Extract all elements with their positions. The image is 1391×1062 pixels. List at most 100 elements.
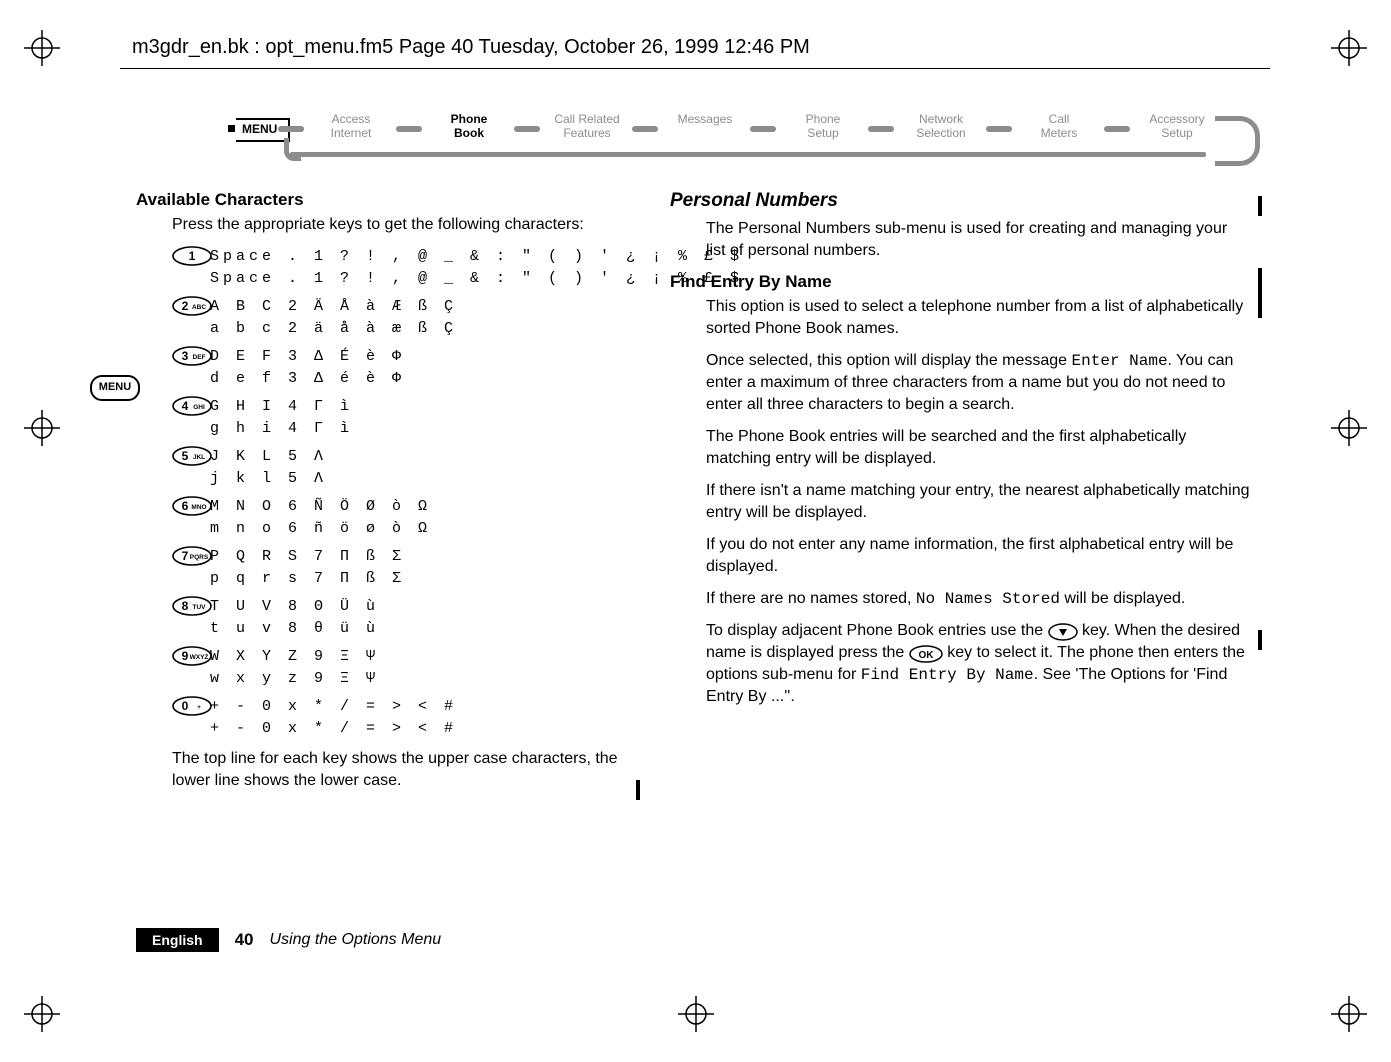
menu-node-label-top: Messages [660, 112, 750, 126]
svg-text:PQRS: PQRS [190, 554, 209, 561]
crop-mark-icon [1331, 996, 1367, 1032]
menu-return-line [290, 152, 1206, 157]
char-row: 1Space . 1 ? ! , @ _ & : " ( ) ' ¿ ¡ % £… [172, 246, 636, 290]
crop-mark-icon [24, 30, 60, 66]
char-lower: j k l 5 Λ [210, 468, 327, 490]
crop-mark-icon [1331, 410, 1367, 446]
char-row: 6MNOM N O 6 Ñ Ö Ø ò Ωm n o 6 ñ ö ø ò Ω [172, 496, 636, 540]
char-lines: M N O 6 Ñ Ö Ø ò Ωm n o 6 ñ ö ø ò Ω [210, 496, 431, 540]
lcd-text: Find Entry By Name [861, 666, 1034, 684]
char-upper: + - 0 x * / = > < # [210, 696, 457, 718]
heading-personal-numbers: Personal Numbers [670, 190, 1250, 212]
menu-node: Messages [660, 112, 750, 126]
menu-node: PhoneSetup [778, 112, 868, 140]
heading-find-entry: Find Entry By Name [670, 272, 1250, 292]
char-lines: + - 0 x * / = > < #+ - 0 x * / = > < # [210, 696, 457, 740]
menu-node-label-bottom: Book [424, 126, 514, 140]
keycap-icon: 0+ [172, 696, 210, 721]
svg-text:TUV: TUV [193, 604, 207, 611]
menu-pill: MENU [90, 375, 140, 401]
footer-section-title: Using the Options Menu [269, 931, 441, 949]
menu-node-label-bottom: Meters [1014, 126, 1104, 140]
menu-node-label-top: Phone [424, 112, 514, 126]
char-row: 2ABC A B C 2 Ä Å à Æ ß Ça b c 2 ä å à æ ß… [172, 296, 636, 340]
menu-node-label-top: Access [306, 112, 396, 126]
keycap-icon: 8 TUV [172, 596, 210, 621]
keycap-icon: 7PQRS [172, 546, 210, 571]
keycap-icon: 4 GHI [172, 396, 210, 421]
menu-connector-icon [1104, 126, 1130, 132]
svg-text:3: 3 [182, 349, 189, 363]
menu-node: CallMeters [1014, 112, 1104, 140]
svg-text:7: 7 [182, 549, 189, 563]
svg-text:8: 8 [182, 599, 189, 613]
svg-text:ABC: ABC [192, 304, 206, 311]
footer-page-number: 40 [235, 930, 254, 950]
char-lines: A B C 2 Ä Å à Æ ß Ça b c 2 ä å à æ ß Ç [210, 296, 457, 340]
text-run: To display adjacent Phone Book entries u… [706, 622, 1048, 639]
footnote-text: The top line for each key shows the uppe… [136, 748, 636, 792]
paragraph: The Phone Book entries will be searched … [670, 426, 1250, 470]
svg-text:0: 0 [182, 699, 189, 713]
crop-mark-icon [24, 410, 60, 446]
menu-connector-icon [514, 126, 540, 132]
menu-node: AccessInternet [306, 112, 396, 140]
svg-text:4: 4 [182, 399, 189, 413]
char-lower: t u v 8 θ ü ù [210, 618, 379, 640]
char-row: 3DEFD E F 3 Δ É è Φd e f 3 Δ é è Φ [172, 346, 636, 390]
menu-node-label-bottom: Selection [896, 126, 986, 140]
char-lines: D E F 3 Δ É è Φd e f 3 Δ é è Φ [210, 346, 405, 390]
edit-mark-icon [636, 780, 640, 800]
svg-text:5: 5 [182, 449, 189, 463]
menu-connector-icon [396, 126, 422, 132]
char-lower: + - 0 x * / = > < # [210, 718, 457, 740]
char-upper: P Q R S 7 Π ß Σ [210, 546, 405, 568]
edit-mark-icon [1258, 630, 1262, 650]
keycap-icon: 9WXYZ [172, 646, 210, 671]
char-upper: J K L 5 Λ [210, 446, 327, 468]
svg-text:WXYZ: WXYZ [190, 654, 209, 661]
menu-node: NetworkSelection [896, 112, 986, 140]
char-lines: Space . 1 ? ! , @ _ & : " ( ) ' ¿ ¡ % £ … [210, 246, 743, 290]
svg-text:GHI: GHI [193, 404, 205, 411]
text-run: will be displayed. [1060, 590, 1185, 607]
paragraph: This option is used to select a telephon… [670, 296, 1250, 340]
running-head: m3gdr_en.bk : opt_menu.fm5 Page 40 Tuesd… [132, 36, 810, 59]
down-key-icon [1048, 623, 1078, 641]
char-upper: Space . 1 ? ! , @ _ & : " ( ) ' ¿ ¡ % £ … [210, 246, 743, 268]
lcd-text: No Names Stored [916, 590, 1060, 608]
char-upper: G H I 4 Γ ì [210, 396, 353, 418]
svg-text:2: 2 [182, 299, 189, 313]
char-lines: P Q R S 7 Π ß Σp q r s 7 Π ß Σ [210, 546, 405, 590]
svg-text:JKL: JKL [193, 454, 205, 461]
char-row: 4GHIG H I 4 Γ ìg h i 4 Γ ì [172, 396, 636, 440]
char-upper: T U V 8 Θ Ü ù [210, 596, 379, 618]
crop-mark-icon [678, 996, 714, 1032]
menu-node-label-top: Network [896, 112, 986, 126]
text-run: If there are no names stored, [706, 590, 916, 607]
char-lines: J K L 5 Λj k l 5 Λ [210, 446, 327, 490]
menu-connector-icon [986, 126, 1012, 132]
char-lines: T U V 8 Θ Ü ùt u v 8 θ ü ù [210, 596, 379, 640]
menu-node-label-bottom: Internet [306, 126, 396, 140]
char-upper: M N O 6 Ñ Ö Ø ò Ω [210, 496, 431, 518]
intro-text: Press the appropriate keys to get the fo… [136, 214, 636, 236]
menu-node: Call RelatedFeatures [542, 112, 632, 140]
char-upper: W X Y Z 9 Ξ Ψ [210, 646, 379, 668]
char-lower: p q r s 7 Π ß Σ [210, 568, 405, 590]
keycap-icon: 5 JKL [172, 446, 210, 471]
heading-available-characters: Available Characters [136, 190, 636, 210]
paragraph: To display adjacent Phone Book entries u… [670, 620, 1250, 708]
left-column: Available Characters Press the appropria… [136, 190, 636, 802]
char-row: 9WXYZW X Y Z 9 Ξ Ψw x y z 9 Ξ Ψ [172, 646, 636, 690]
menu-node-label-bottom: Setup [1132, 126, 1222, 140]
char-row: 7PQRSP Q R S 7 Π ß Σp q r s 7 Π ß Σ [172, 546, 636, 590]
keycap-icon: 3DEF [172, 346, 210, 371]
footer: English 40 Using the Options Menu [136, 928, 441, 952]
paragraph: If you do not enter any name information… [670, 534, 1250, 578]
edit-mark-icon [1258, 268, 1262, 318]
menu-connector-icon [632, 126, 658, 132]
keycap-icon: 6MNO [172, 496, 210, 521]
menu-node-label-bottom: Setup [778, 126, 868, 140]
svg-text:1: 1 [189, 249, 196, 263]
